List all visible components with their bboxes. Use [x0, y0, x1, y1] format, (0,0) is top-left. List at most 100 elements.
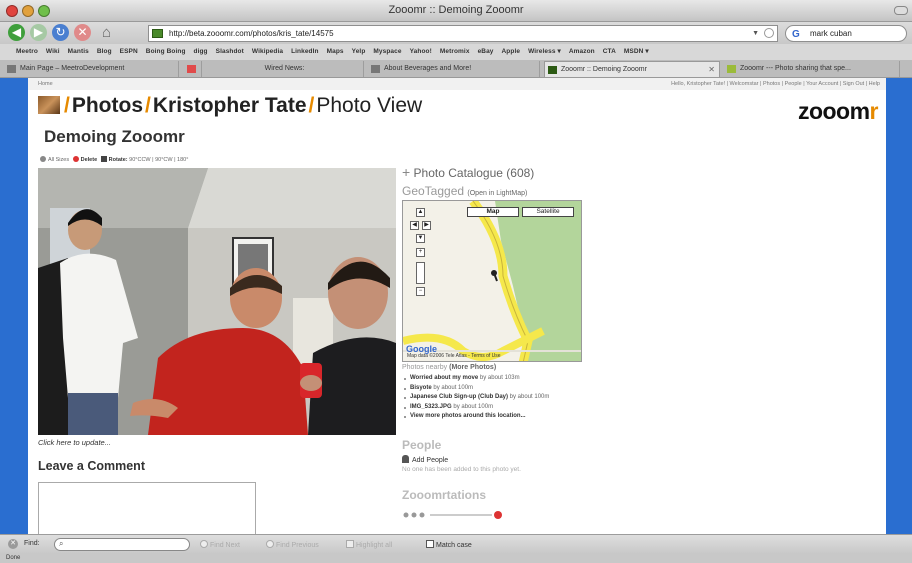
map-widget[interactable]: Map Satellite ▲ ◀ ▶ ▼ + − Google Map dat… — [402, 200, 582, 362]
breadcrumb-photos[interactable]: Photos — [72, 94, 143, 117]
rotate-options[interactable]: 90°CCW | 90°CW | 180° — [129, 157, 188, 163]
find-input[interactable]: ⌕ — [54, 538, 190, 551]
window-titlebar: Zooomr :: Demoing Zooomr — [0, 0, 912, 22]
list-item[interactable]: IMG_5323.JPG by about 100m — [402, 403, 549, 413]
url-dropdown-icon[interactable]: ▼ — [752, 26, 759, 41]
pan-left-button[interactable]: ◀ — [410, 221, 419, 230]
bookmark-item[interactable]: Mantis — [68, 48, 89, 55]
nearby-label: Photos nearby — [402, 364, 448, 371]
bookmark-item[interactable]: Metromix — [440, 48, 470, 55]
bookmark-item[interactable]: Meetro — [16, 48, 38, 55]
tab-favicon-icon — [187, 65, 196, 73]
reload-icon[interactable]: ↻ — [52, 24, 69, 41]
tab-main-page[interactable]: Main Page – MeetroDevelopment — [4, 61, 179, 77]
more-photos-link[interactable]: (More Photos) — [449, 364, 496, 371]
list-item[interactable]: View more photos around this location... — [402, 412, 549, 422]
zooomr-logo[interactable]: zooomr — [798, 98, 879, 125]
nearby-title[interactable]: View more photos around this location... — [410, 413, 526, 419]
find-next-label: Find Next — [210, 542, 240, 549]
tab-zooomr-demo[interactable]: Zooomr :: Demoing Zooomr ✕ — [544, 61, 720, 77]
bookmark-item[interactable]: Wikipedia — [252, 48, 283, 55]
tab-beverages[interactable]: About Beverages and More! — [368, 61, 540, 77]
close-findbar-icon[interactable]: ✕ — [8, 539, 18, 549]
bookmark-item[interactable]: Slashdot — [216, 48, 244, 55]
bookmark-item[interactable]: Yahoo! — [410, 48, 432, 55]
address-bar[interactable]: http://beta.zooomr.com/photos/kris_tate/… — [148, 25, 778, 42]
tab-label: Main Page – MeetroDevelopment — [20, 65, 125, 72]
tab-label: Zooomr :: Demoing Zooomr — [561, 66, 647, 73]
forward-arrow-icon[interactable]: ▶ — [30, 24, 47, 41]
bookmark-item[interactable]: Maps — [327, 48, 344, 55]
list-item[interactable]: Bisyote by about 100m — [402, 384, 549, 394]
find-previous-button[interactable]: Find Previous — [266, 540, 319, 549]
go-icon[interactable] — [764, 28, 774, 38]
zoom-in-button[interactable]: + — [416, 248, 425, 257]
delete-link[interactable]: Delete — [81, 157, 98, 163]
bookmark-item[interactable]: Wireless ▾ — [528, 48, 561, 55]
add-people-link[interactable]: Add People — [402, 455, 448, 464]
nearby-title[interactable]: Japanese Club Sign-up (Club Day) — [410, 394, 508, 400]
expand-plus-icon: + — [402, 164, 411, 180]
home-icon[interactable]: ⌂ — [98, 24, 115, 41]
stop-icon[interactable]: ✕ — [74, 24, 91, 41]
google-search-icon[interactable]: G — [792, 27, 800, 42]
bookmark-item[interactable]: Blog — [97, 48, 112, 55]
pan-down-button[interactable]: ▼ — [416, 234, 425, 243]
highlight-all-button[interactable]: Highlight all — [346, 540, 392, 549]
open-lightmap-link[interactable]: (Open in LightMap) — [467, 190, 527, 197]
desktop-background-left — [0, 78, 28, 534]
nearby-title[interactable]: Worried about my move — [410, 375, 478, 381]
catalogue-label: Photo Catalogue (608) — [413, 166, 535, 180]
page-breadcrumb: /Photos/Kristopher Tate/Photo View — [38, 94, 422, 118]
zooomrtations-heading: Zooomrtations — [402, 488, 486, 502]
nearby-distance: by about 103m — [478, 375, 520, 381]
tab-untitled[interactable] — [182, 61, 202, 77]
find-next-button[interactable]: Find Next — [200, 540, 240, 549]
bookmark-item[interactable]: digg — [194, 48, 208, 55]
list-item[interactable]: Japanese Club Sign-up (Club Day) by abou… — [402, 393, 549, 403]
main-photo[interactable] — [38, 168, 396, 435]
map-view-button[interactable]: Map — [467, 207, 519, 217]
list-item[interactable]: Worried about my move by about 103m — [402, 374, 549, 384]
nearby-distance: by about 100m — [451, 403, 494, 410]
tab-zooomr-sharing[interactable]: Zooomr --- Photo sharing that spe... — [724, 61, 900, 77]
bookmark-item[interactable]: eBay — [478, 48, 494, 55]
zoom-window-button[interactable] — [38, 5, 50, 17]
breadcrumb-user[interactable]: Kristopher Tate — [153, 94, 307, 117]
bookmark-item[interactable]: Wiki — [46, 48, 60, 55]
bookmark-item[interactable]: Myspace — [373, 48, 401, 55]
comment-textarea[interactable] — [38, 482, 256, 534]
bookmark-item[interactable]: LinkedIn — [291, 48, 319, 55]
match-case-checkbox[interactable]: Match case — [426, 540, 472, 549]
user-links[interactable]: Hello, Kristopher Tate! | Welcomstar | P… — [671, 78, 880, 90]
back-arrow-icon[interactable]: ◀ — [8, 24, 25, 41]
photo-catalogue-link[interactable]: + Photo Catalogue (608) — [402, 164, 534, 180]
satellite-view-button[interactable]: Satellite — [522, 207, 574, 217]
all-sizes-icon — [40, 156, 46, 162]
zoom-out-button[interactable]: − — [416, 287, 425, 296]
zooomrtations-slider[interactable] — [402, 507, 512, 519]
search-field[interactable]: G mark cuban — [785, 25, 907, 42]
nearby-title[interactable]: Bisyote — [410, 385, 432, 391]
home-link[interactable]: Home — [38, 78, 53, 90]
all-sizes-link[interactable]: All Sizes — [48, 157, 69, 163]
pan-up-button[interactable]: ▲ — [416, 208, 425, 217]
photo-caption[interactable]: Click here to update... — [38, 438, 111, 447]
photos-nearby-heading: Photos nearby (More Photos) — [402, 364, 496, 371]
bookmark-item[interactable]: Amazon — [569, 48, 595, 55]
close-tab-icon[interactable]: ✕ — [708, 62, 715, 77]
bookmark-item[interactable]: MSDN ▾ — [624, 48, 649, 55]
navigation-toolbar: ◀ ▶ ↻ ✕ ⌂ http://beta.zooomr.com/photos/… — [0, 22, 912, 44]
bookmark-item[interactable]: CTA — [603, 48, 616, 55]
toolbar-toggle-button[interactable] — [894, 6, 908, 15]
minimize-window-button[interactable] — [22, 5, 34, 17]
bookmark-item[interactable]: Apple — [502, 48, 521, 55]
bookmark-item[interactable]: ESPN — [120, 48, 138, 55]
bookmark-item[interactable]: Boing Boing — [146, 48, 186, 55]
pan-right-button[interactable]: ▶ — [422, 221, 431, 230]
tab-wired-news[interactable]: Wired News: — [206, 61, 364, 77]
nearby-title[interactable]: IMG_5323.JPG — [410, 404, 452, 410]
bookmark-item[interactable]: Yelp — [352, 48, 366, 55]
close-window-button[interactable] — [6, 5, 18, 17]
zoom-slider[interactable] — [416, 262, 425, 284]
